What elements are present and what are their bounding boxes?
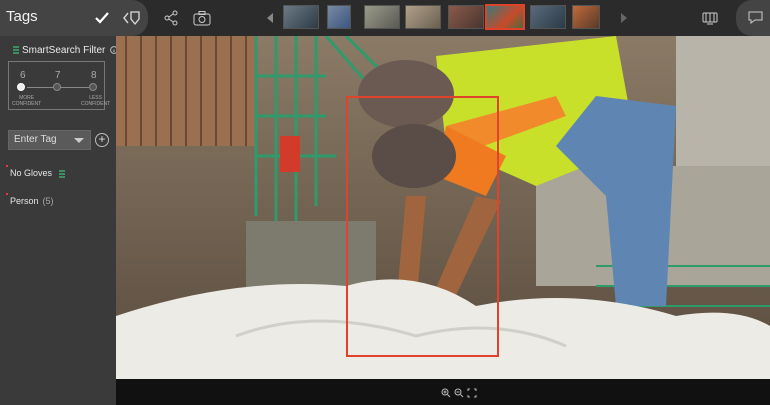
slider-dot-8[interactable] bbox=[89, 83, 97, 91]
tag-item[interactable]: Person (5) bbox=[6, 193, 54, 206]
zoom-in-icon[interactable] bbox=[441, 385, 451, 403]
confidence-slider[interactable]: 6 7 8 MORE CONFIDENT LESS CONFIDENT bbox=[8, 61, 110, 110]
tag-marker bbox=[6, 193, 8, 195]
prev-arrow-icon[interactable] bbox=[258, 6, 282, 30]
level-7: 7 bbox=[55, 70, 61, 81]
list-icon bbox=[58, 170, 65, 178]
next-arrow-icon[interactable] bbox=[612, 6, 636, 30]
main-photo[interactable] bbox=[116, 36, 770, 379]
tags-sidebar: SmartSearch Filter 6 7 8 MORE CONFIDENT L… bbox=[0, 36, 119, 405]
slider-dot-7[interactable] bbox=[53, 83, 61, 91]
thumbnail[interactable] bbox=[364, 5, 400, 29]
thumbnail[interactable] bbox=[327, 5, 351, 29]
comment-icon[interactable] bbox=[744, 6, 768, 30]
thumbnail-selected[interactable] bbox=[485, 4, 525, 30]
fullscreen-icon[interactable] bbox=[467, 385, 477, 403]
less-confident-label: LESS CONFIDENT bbox=[81, 95, 111, 107]
smartsearch-title: SmartSearch Filter bbox=[13, 45, 119, 56]
share-icon[interactable] bbox=[159, 6, 183, 30]
thumbnail[interactable] bbox=[572, 5, 600, 29]
add-tag-button[interactable]: + bbox=[95, 133, 109, 147]
thumbnail[interactable] bbox=[405, 5, 441, 29]
construction-worker-photo bbox=[116, 36, 770, 379]
viewer-icon[interactable] bbox=[698, 6, 722, 30]
enter-tag-input[interactable]: Enter Tag bbox=[8, 130, 91, 150]
bottom-bar bbox=[116, 379, 770, 405]
list-icon bbox=[13, 46, 19, 54]
tag-marker bbox=[6, 165, 8, 167]
toolbar-right-panel bbox=[736, 0, 770, 36]
check-icon[interactable] bbox=[90, 6, 114, 30]
back-tag-icon[interactable] bbox=[120, 6, 144, 30]
level-6: 6 bbox=[20, 70, 26, 81]
thumbnail[interactable] bbox=[530, 5, 566, 29]
thumbnail[interactable] bbox=[448, 5, 484, 29]
camera-icon[interactable] bbox=[190, 6, 214, 30]
thumbnail[interactable] bbox=[283, 5, 319, 29]
top-toolbar: Tags bbox=[0, 0, 770, 36]
zoom-out-icon[interactable] bbox=[454, 385, 464, 403]
chevron-down-icon[interactable] bbox=[74, 138, 84, 143]
app-title: Tags bbox=[6, 8, 38, 25]
toolbar-left-panel: Tags bbox=[0, 0, 148, 36]
level-8: 8 bbox=[91, 70, 97, 81]
tag-item[interactable]: No Gloves bbox=[6, 165, 65, 178]
slider-dot-6[interactable] bbox=[17, 83, 25, 91]
more-confident-label: MORE CONFIDENT bbox=[12, 95, 42, 107]
